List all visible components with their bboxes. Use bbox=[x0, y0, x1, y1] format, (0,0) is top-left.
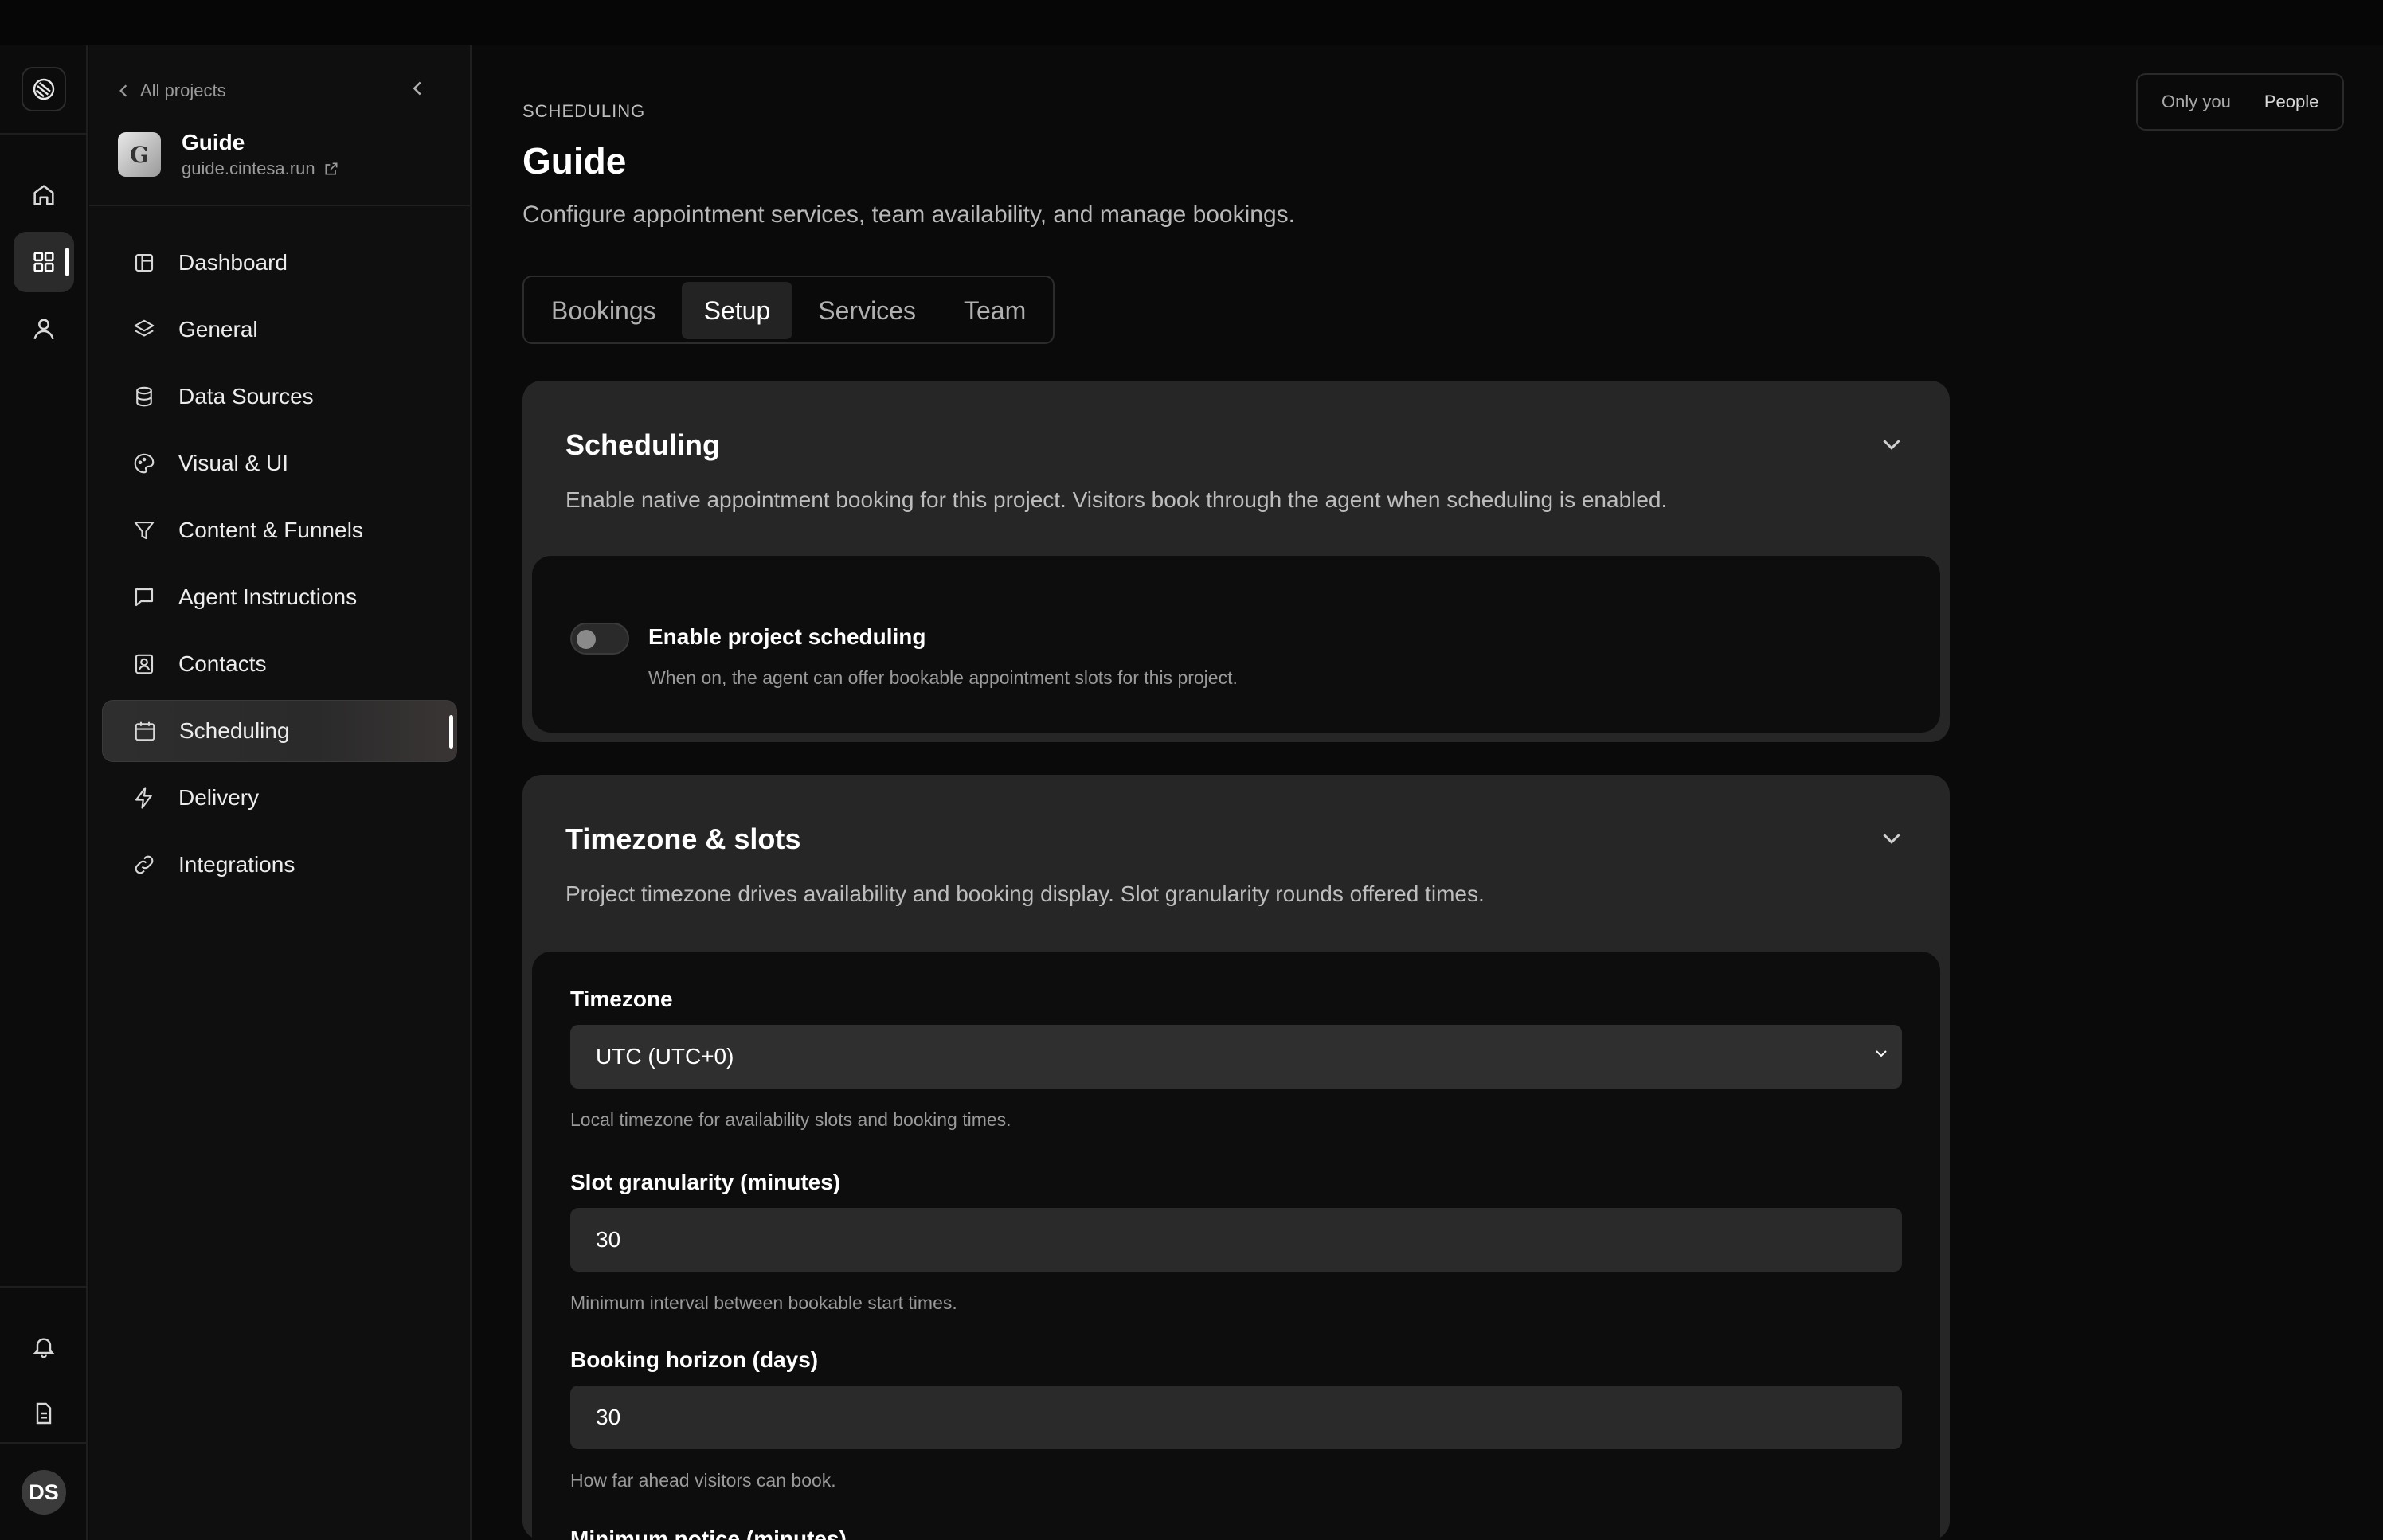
tab-setup[interactable]: Setup bbox=[681, 282, 793, 339]
icon-rail: DS bbox=[0, 45, 88, 1540]
scheduling-card-title: Scheduling bbox=[565, 428, 721, 461]
project-url-link[interactable]: guide.cintesa.run bbox=[182, 158, 339, 179]
dashboard-icon bbox=[135, 253, 154, 272]
sidebar-item-label: Content & Funnels bbox=[178, 518, 363, 542]
view-toggle: Only you People bbox=[2136, 73, 2345, 131]
timezone-card-title: Timezone & slots bbox=[565, 823, 801, 855]
sidebar-item-label: Scheduling bbox=[179, 718, 290, 743]
calendar-icon bbox=[135, 721, 155, 741]
external-link-icon bbox=[325, 162, 338, 175]
tab-bar: Bookings Setup Services Team bbox=[522, 276, 1055, 344]
timezone-select[interactable]: UTC (UTC+0) bbox=[570, 1025, 1902, 1089]
view-people-button[interactable]: People bbox=[2252, 92, 2332, 112]
database-icon bbox=[136, 386, 152, 407]
scheduling-card-description: Enable native appointment booking for th… bbox=[565, 487, 1668, 512]
project-header: G Guide guide.cintesa.run bbox=[118, 130, 339, 179]
tab-bookings[interactable]: Bookings bbox=[529, 282, 679, 339]
sidebar-item-label: General bbox=[178, 317, 258, 342]
message-icon bbox=[135, 588, 154, 607]
enable-scheduling-toggle[interactable] bbox=[570, 623, 629, 655]
tab-team[interactable]: Team bbox=[941, 282, 1048, 339]
slot-granularity-help: Minimum interval between bookable start … bbox=[570, 1292, 957, 1313]
link-icon bbox=[135, 855, 154, 874]
rail-divider bbox=[0, 1286, 88, 1288]
sidebar-item-agent-instructions[interactable]: Agent Instructions bbox=[102, 566, 457, 628]
sidebar-item-visual-ui[interactable]: Visual & UI bbox=[102, 432, 457, 494]
rail-divider bbox=[0, 133, 88, 135]
timezone-card-description: Project timezone drives availability and… bbox=[565, 881, 1485, 906]
chevron-down-icon bbox=[1876, 1050, 1887, 1057]
timezone-slots-card: Timezone & slots Project timezone drives… bbox=[522, 775, 1950, 1540]
booking-horizon-input[interactable]: 30 bbox=[570, 1386, 1902, 1449]
booking-horizon-label: Booking horizon (days) bbox=[570, 1347, 819, 1372]
booking-horizon-help: How far ahead visitors can book. bbox=[570, 1470, 836, 1491]
sidebar-item-scheduling[interactable]: Scheduling bbox=[102, 700, 457, 762]
bolt-icon bbox=[135, 787, 152, 809]
sidebar-item-label: Agent Instructions bbox=[178, 584, 358, 609]
sidebar-item-data-sources[interactable]: Data Sources bbox=[102, 365, 457, 428]
document-icon[interactable] bbox=[14, 1383, 74, 1444]
sidebar-item-label: Data Sources bbox=[178, 384, 314, 408]
window-top-bar bbox=[0, 0, 2383, 45]
page-subtitle: Configure appointment services, team ava… bbox=[522, 201, 1295, 228]
sidebar-item-content-funnels[interactable]: Content & Funnels bbox=[102, 499, 457, 561]
sidebar-item-delivery[interactable]: Delivery bbox=[102, 767, 457, 829]
bell-icon[interactable] bbox=[14, 1316, 74, 1377]
timezone-fields-panel: Timezone UTC (UTC+0) Local timezone for … bbox=[532, 952, 1940, 1540]
timezone-label: Timezone bbox=[570, 987, 673, 1011]
avatar[interactable]: DS bbox=[22, 1470, 66, 1515]
collapse-timezone-button[interactable] bbox=[1881, 832, 1902, 845]
sidebar-item-general[interactable]: General bbox=[102, 299, 457, 361]
sidebar-item-label: Integrations bbox=[178, 852, 295, 877]
sidebar-item-integrations[interactable]: Integrations bbox=[102, 834, 457, 896]
timezone-select-value: UTC (UTC+0) bbox=[596, 1044, 734, 1069]
minimum-notice-label: Minimum notice (minutes) bbox=[570, 1526, 847, 1540]
enable-scheduling-help: When on, the agent can offer bookable ap… bbox=[648, 667, 1238, 688]
slot-granularity-label: Slot granularity (minutes) bbox=[570, 1170, 841, 1194]
chevron-down-icon bbox=[1883, 834, 1900, 844]
projects-grid-icon[interactable] bbox=[14, 232, 74, 292]
enable-scheduling-label: Enable project scheduling bbox=[648, 624, 926, 649]
sidebar-item-label: Contacts bbox=[178, 651, 267, 676]
all-projects-link[interactable]: All projects bbox=[118, 80, 226, 101]
project-sidebar: All projects G Guide guide.cintesa.run D… bbox=[89, 45, 472, 1540]
sidebar-divider bbox=[89, 205, 472, 206]
project-name: Guide bbox=[182, 130, 245, 154]
collapse-sidebar-button[interactable] bbox=[411, 80, 424, 96]
timezone-help: Local timezone for availability slots an… bbox=[570, 1109, 1012, 1130]
sidebar-nav: Dashboard General Data Sources Visual & UI C… bbox=[102, 232, 457, 901]
project-logo: G bbox=[118, 132, 161, 177]
view-only-you-button[interactable]: Only you bbox=[2149, 92, 2244, 112]
user-icon[interactable] bbox=[14, 299, 74, 359]
collapse-scheduling-button[interactable] bbox=[1881, 438, 1902, 451]
sidebar-item-label: Visual & UI bbox=[178, 451, 288, 475]
page-title: Guide bbox=[522, 140, 627, 182]
tab-services[interactable]: Services bbox=[796, 282, 938, 339]
page-eyebrow: SCHEDULING bbox=[522, 101, 646, 121]
app-logo-icon[interactable] bbox=[22, 67, 66, 111]
sidebar-item-label: Delivery bbox=[178, 785, 260, 810]
layers-icon bbox=[134, 319, 155, 337]
all-projects-label: All projects bbox=[140, 80, 226, 100]
rail-divider bbox=[0, 1442, 88, 1444]
chevron-left-icon bbox=[119, 84, 127, 97]
chevron-down-icon bbox=[1883, 440, 1900, 450]
funnel-icon bbox=[134, 521, 155, 540]
sidebar-item-contacts[interactable]: Contacts bbox=[102, 633, 457, 695]
scheduling-toggle-panel: Enable project scheduling When on, the a… bbox=[532, 556, 1940, 733]
contact-icon bbox=[135, 654, 154, 674]
slot-granularity-input[interactable]: 30 bbox=[570, 1208, 1902, 1272]
scheduling-card: Scheduling Enable native appointment boo… bbox=[522, 381, 1950, 742]
home-icon[interactable] bbox=[14, 165, 74, 225]
chevron-left-icon bbox=[413, 81, 421, 96]
main-content: SCHEDULING Guide Configure appointment s… bbox=[522, 45, 2383, 1540]
project-url: guide.cintesa.run bbox=[182, 158, 315, 178]
sidebar-item-dashboard[interactable]: Dashboard bbox=[102, 232, 457, 294]
sidebar-item-label: Dashboard bbox=[178, 250, 288, 275]
palette-icon bbox=[134, 453, 155, 474]
